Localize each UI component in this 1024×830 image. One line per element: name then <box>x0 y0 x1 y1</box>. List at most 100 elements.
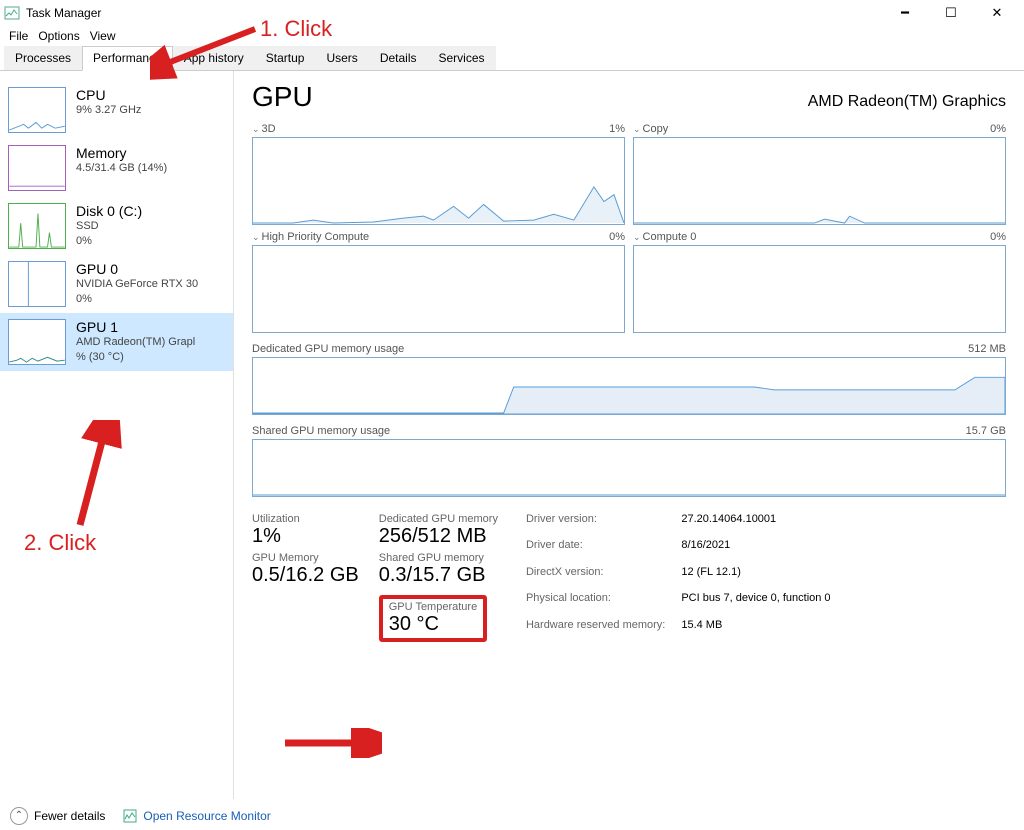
shared-label: Shared GPU memory <box>379 552 498 564</box>
tab-performance[interactable]: Performance <box>82 46 173 71</box>
menu-view[interactable]: View <box>85 29 121 43</box>
window-controls: ━ ☐ ✕ <box>882 0 1020 26</box>
main-subtitle: AMD Radeon(TM) Graphics <box>808 93 1006 111</box>
minimize-button[interactable]: ━ <box>882 0 928 26</box>
hw-reserved-k: Hardware reserved memory: <box>526 619 665 642</box>
driver-date-k: Driver date: <box>526 539 665 562</box>
tabs-bar: Processes Performance App history Startu… <box>0 46 1024 71</box>
disk-thumb <box>8 203 66 249</box>
content-area: CPU 9% 3.27 GHz Memory 4.5/31.4 GB (14%)… <box>0 71 1024 799</box>
memory-thumb <box>8 145 66 191</box>
tab-details[interactable]: Details <box>369 46 428 70</box>
menu-bar: File Options View <box>0 26 1024 46</box>
footer: ⌃ Fewer details Open Resource Monitor <box>0 800 1024 830</box>
chevron-down-icon[interactable]: ⌄ <box>633 232 641 242</box>
sidebar: CPU 9% 3.27 GHz Memory 4.5/31.4 GB (14%)… <box>0 71 234 799</box>
main-panel: GPU AMD Radeon(TM) Graphics ⌄3D1% ⌄Copy0… <box>234 71 1024 799</box>
tab-app-history[interactable]: App history <box>173 46 255 70</box>
cpu-name: CPU <box>76 87 225 103</box>
graph-hpc <box>252 245 625 333</box>
directx-v: 12 (FL 12.1) <box>681 566 830 589</box>
maximize-button[interactable]: ☐ <box>928 0 974 26</box>
driver-version-v: 27.20.14064.10001 <box>681 513 830 536</box>
graph-3d <box>252 137 625 225</box>
memory-sub: 4.5/31.4 GB (14%) <box>76 161 225 176</box>
gpu0-sub1: NVIDIA GeForce RTX 30 <box>76 277 225 292</box>
graph-3d-block: ⌄3D 1% <box>252 123 625 225</box>
graph-compute0-block: ⌄Compute 0 0% <box>633 231 1006 333</box>
graph-hpc-block: ⌄High Priority Compute 0% <box>252 231 625 333</box>
menu-file[interactable]: File <box>4 29 33 43</box>
graph-copy-block: ⌄Copy 0% <box>633 123 1006 225</box>
tab-startup[interactable]: Startup <box>255 46 316 70</box>
graph-compute0-pct: 0% <box>990 231 1006 243</box>
temp-value: 30 °C <box>389 613 477 636</box>
graph-compute0-label[interactable]: Compute 0 <box>643 231 697 243</box>
fewer-details-button[interactable]: ⌃ Fewer details <box>10 807 105 825</box>
graph-copy <box>633 137 1006 225</box>
mem-dedicated-max: 512 MB <box>968 343 1006 355</box>
sidebar-memory[interactable]: Memory 4.5/31.4 GB (14%) <box>0 139 233 197</box>
gpu0-name: GPU 0 <box>76 261 225 277</box>
shared-value: 0.3/15.7 GB <box>379 564 498 587</box>
gpu1-sub1: AMD Radeon(TM) Grapl <box>76 335 225 350</box>
physical-k: Physical location: <box>526 592 665 615</box>
fewer-details-label: Fewer details <box>34 809 105 823</box>
sidebar-gpu1[interactable]: GPU 1 AMD Radeon(TM) Grapl % (30 °C) <box>0 313 233 371</box>
cpu-sub: 9% 3.27 GHz <box>76 103 225 118</box>
driver-version-k: Driver version: <box>526 513 665 536</box>
window-title: Task Manager <box>26 6 882 20</box>
close-button[interactable]: ✕ <box>974 0 1020 26</box>
tab-users[interactable]: Users <box>315 46 368 70</box>
chevron-up-circle-icon: ⌃ <box>10 807 28 825</box>
menu-options[interactable]: Options <box>33 29 84 43</box>
resource-monitor-icon <box>123 809 137 823</box>
gpu1-thumb <box>8 319 66 365</box>
graph-shared-mem <box>252 439 1006 497</box>
graph-copy-pct: 0% <box>990 123 1006 135</box>
directx-k: DirectX version: <box>526 566 665 589</box>
sidebar-cpu[interactable]: CPU 9% 3.27 GHz <box>0 81 233 139</box>
graph-copy-label[interactable]: Copy <box>643 123 669 135</box>
dedicated-label: Dedicated GPU memory <box>379 513 498 525</box>
title-bar: Task Manager ━ ☐ ✕ <box>0 0 1024 26</box>
chevron-down-icon[interactable]: ⌄ <box>252 232 260 242</box>
dedicated-value: 256/512 MB <box>379 525 498 548</box>
open-resource-monitor-label: Open Resource Monitor <box>143 809 270 823</box>
graph-3d-label[interactable]: 3D <box>262 123 276 135</box>
hw-reserved-v: 15.4 MB <box>681 619 830 642</box>
disk-sub1: SSD <box>76 219 225 234</box>
disk-name: Disk 0 (C:) <box>76 203 225 219</box>
graph-hpc-pct: 0% <box>609 231 625 243</box>
graph-compute0 <box>633 245 1006 333</box>
disk-sub2: 0% <box>76 234 225 249</box>
mem-shared-label: Shared GPU memory usage <box>252 425 390 437</box>
gpu1-name: GPU 1 <box>76 319 225 335</box>
task-manager-icon <box>4 5 20 21</box>
mem-shared-max: 15.7 GB <box>966 425 1006 437</box>
mem-dedicated-label: Dedicated GPU memory usage <box>252 343 404 355</box>
gpu1-sub2: % (30 °C) <box>76 350 225 365</box>
graph-3d-pct: 1% <box>609 123 625 135</box>
tab-processes[interactable]: Processes <box>4 46 82 70</box>
graph-dedicated-mem <box>252 357 1006 415</box>
chevron-down-icon[interactable]: ⌄ <box>252 124 260 134</box>
driver-date-v: 8/16/2021 <box>681 539 830 562</box>
sidebar-disk0[interactable]: Disk 0 (C:) SSD 0% <box>0 197 233 255</box>
utilization-label: Utilization <box>252 513 359 525</box>
chevron-down-icon[interactable]: ⌄ <box>633 124 641 134</box>
temp-label: GPU Temperature <box>389 601 477 613</box>
sidebar-gpu0[interactable]: GPU 0 NVIDIA GeForce RTX 30 0% <box>0 255 233 313</box>
graph-hpc-label[interactable]: High Priority Compute <box>262 231 370 243</box>
gpumem-value: 0.5/16.2 GB <box>252 564 359 587</box>
gpu0-thumb <box>8 261 66 307</box>
physical-v: PCI bus 7, device 0, function 0 <box>681 592 830 615</box>
tab-services[interactable]: Services <box>428 46 496 70</box>
main-title: GPU <box>252 81 313 113</box>
memory-name: Memory <box>76 145 225 161</box>
gpumem-label: GPU Memory <box>252 552 359 564</box>
cpu-thumb <box>8 87 66 133</box>
utilization-value: 1% <box>252 525 359 548</box>
open-resource-monitor-link[interactable]: Open Resource Monitor <box>123 809 270 823</box>
gpu0-sub2: 0% <box>76 292 225 307</box>
